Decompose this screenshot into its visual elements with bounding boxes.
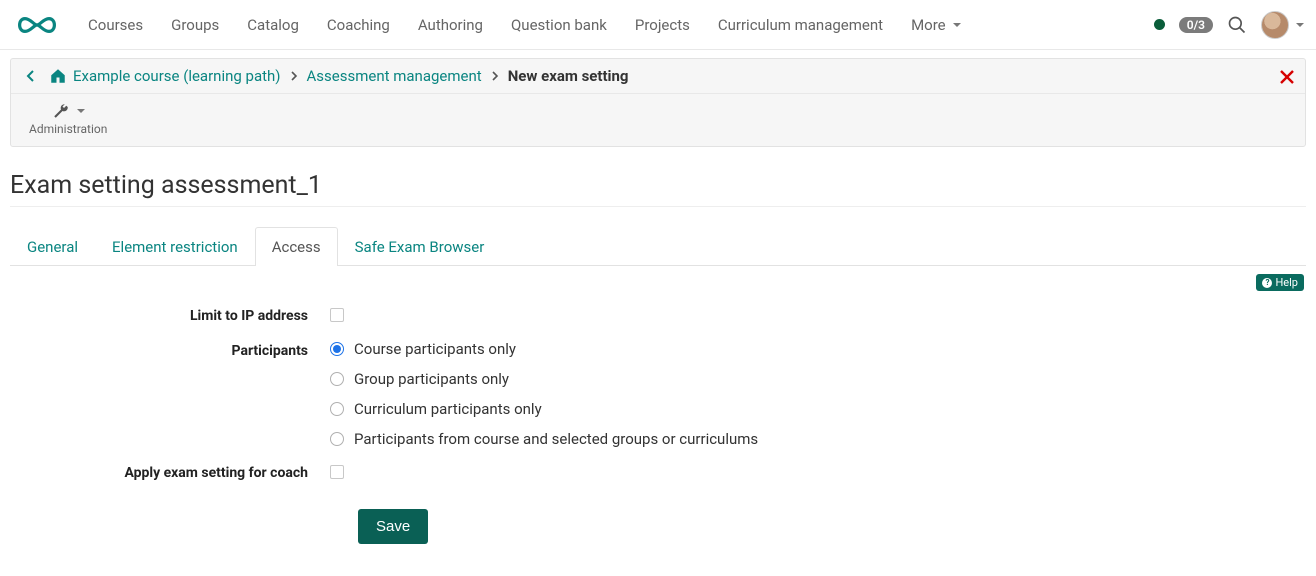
status-dot-icon <box>1154 19 1165 30</box>
nav-question-bank[interactable]: Question bank <box>497 0 621 50</box>
radio-icon <box>330 432 344 446</box>
help-button[interactable]: ? Help <box>1256 274 1304 291</box>
page-title: Exam setting assessment_1 <box>10 171 1306 207</box>
breadcrumb-toolbar: Example course (learning path) Assessmen… <box>10 58 1306 147</box>
nav-authoring[interactable]: Authoring <box>404 0 497 50</box>
apply-coach-label: Apply exam setting for coach <box>10 462 330 481</box>
radio-icon <box>330 342 344 356</box>
row-limit-ip: Limit to IP address <box>10 305 1306 326</box>
breadcrumb-current: New exam setting <box>508 67 629 85</box>
participants-option-label: Curriculum participants only <box>354 400 542 418</box>
help-row: ? Help <box>10 274 1304 291</box>
search-icon[interactable] <box>1227 15 1247 35</box>
participants-option-label: Course participants only <box>354 340 516 358</box>
row-participants: Participants Course participants only Gr… <box>10 340 1306 448</box>
limit-ip-label: Limit to IP address <box>10 305 330 324</box>
chevron-down-icon <box>77 109 85 113</box>
tabs: General Element restriction Access Safe … <box>10 227 1306 266</box>
tab-general[interactable]: General <box>10 227 95 266</box>
participants-option-group[interactable]: Group participants only <box>330 370 1306 388</box>
participants-label: Participants <box>10 340 330 359</box>
radio-icon <box>330 402 344 416</box>
participants-radio-group: Course participants only Group participa… <box>330 340 1306 448</box>
nav-links: Courses Groups Catalog Coaching Authorin… <box>74 0 975 50</box>
top-navbar: Courses Groups Catalog Coaching Authorin… <box>0 0 1316 50</box>
home-icon[interactable] <box>49 67 67 85</box>
status-count-pill[interactable]: 0/3 <box>1179 17 1213 33</box>
administration-label: Administration <box>29 122 107 136</box>
button-row: Save <box>358 497 1306 544</box>
access-form: Limit to IP address Participants Course … <box>10 305 1306 544</box>
nav-curriculum-management[interactable]: Curriculum management <box>704 0 897 50</box>
limit-ip-checkbox[interactable] <box>330 308 344 322</box>
participants-option-label: Group participants only <box>354 370 509 388</box>
participants-option-course[interactable]: Course participants only <box>330 340 1306 358</box>
breadcrumb: Example course (learning path) Assessmen… <box>11 59 1305 94</box>
breadcrumb-section[interactable]: Assessment management <box>307 67 482 85</box>
breadcrumb-course[interactable]: Example course (learning path) <box>73 67 281 85</box>
brand-logo[interactable] <box>12 10 62 40</box>
chevron-right-icon <box>289 71 299 81</box>
tab-element-restriction[interactable]: Element restriction <box>95 227 255 266</box>
nav-catalog[interactable]: Catalog <box>233 0 313 50</box>
row-apply-coach: Apply exam setting for coach <box>10 462 1306 483</box>
chevron-down-icon <box>1296 23 1304 27</box>
nav-coaching[interactable]: Coaching <box>313 0 404 50</box>
administration-menu[interactable]: Administration <box>29 102 107 136</box>
participants-option-curriculum[interactable]: Curriculum participants only <box>330 400 1306 418</box>
help-label: Help <box>1275 276 1298 289</box>
nav-courses[interactable]: Courses <box>74 0 157 50</box>
apply-coach-checkbox[interactable] <box>330 465 344 479</box>
back-icon[interactable] <box>23 68 39 84</box>
participants-option-mixed[interactable]: Participants from course and selected gr… <box>330 430 1306 448</box>
tab-access[interactable]: Access <box>255 227 338 266</box>
user-menu[interactable] <box>1261 11 1304 39</box>
close-icon[interactable] <box>1279 69 1295 85</box>
nav-projects[interactable]: Projects <box>621 0 704 50</box>
admin-row: Administration <box>11 94 1305 146</box>
save-button[interactable]: Save <box>358 509 428 544</box>
infinity-icon <box>13 13 61 37</box>
chevron-down-icon <box>953 23 961 27</box>
tab-safe-exam-browser[interactable]: Safe Exam Browser <box>338 227 502 266</box>
chevron-right-icon <box>490 71 500 81</box>
wrench-icon <box>52 102 70 120</box>
radio-icon <box>330 372 344 386</box>
help-icon: ? <box>1262 278 1272 288</box>
nav-groups[interactable]: Groups <box>157 0 233 50</box>
nav-more[interactable]: More <box>897 0 975 50</box>
nav-more-label: More <box>911 0 946 50</box>
nav-right: 0/3 <box>1154 11 1304 39</box>
participants-option-label: Participants from course and selected gr… <box>354 430 758 448</box>
avatar <box>1261 11 1289 39</box>
